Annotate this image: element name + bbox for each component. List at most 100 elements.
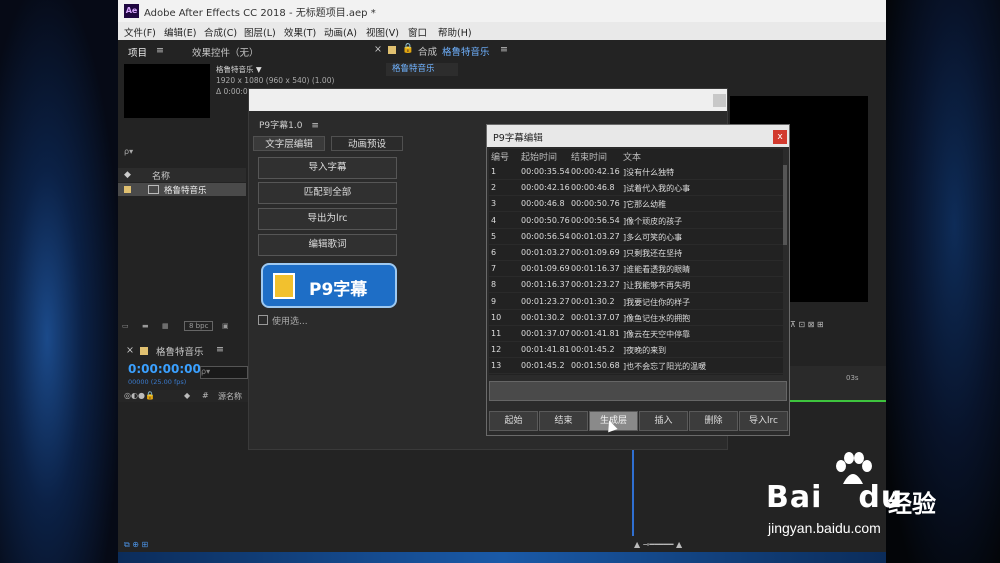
timeline-search-input[interactable]: ρ▾ bbox=[200, 366, 248, 379]
match-all-button[interactable]: 匹配到全部 bbox=[258, 182, 397, 204]
viewer-toolbar: ⊼ ⊡ ⊠ ⊞ bbox=[790, 320, 824, 329]
project-item-row[interactable]: 格鲁特音乐 bbox=[118, 183, 246, 196]
subtitle-editor-window: P9字幕编辑 x 编号 起始时间 结束时间 文本 1 00:00:35.54 00:… bbox=[486, 124, 790, 436]
export-lrc-button[interactable]: 导出为lrc bbox=[258, 208, 397, 230]
row-number: 5 bbox=[491, 231, 497, 241]
column-name[interactable]: 名称 bbox=[152, 169, 170, 182]
checkbox-box[interactable] bbox=[258, 315, 268, 325]
timeline-tab-name[interactable]: 格鲁特音乐 bbox=[156, 344, 204, 358]
subtitle-row[interactable]: 7 00:01:09.69 00:01:16.37]谁能看透我的眼睛 bbox=[489, 261, 783, 278]
render-icons[interactable]: ⧉ ⊕ ⊞ bbox=[124, 540, 148, 550]
col-end[interactable]: 结束时间 bbox=[571, 150, 607, 163]
row-number: 8 bbox=[491, 280, 497, 290]
label-color-swatch bbox=[124, 186, 131, 193]
tab-text-layer[interactable]: 文字层编辑 bbox=[253, 136, 325, 151]
new-folder-icon[interactable]: ▬ bbox=[142, 322, 149, 330]
row-end-time: 00:01:50.68 bbox=[571, 361, 620, 371]
subtitle-row[interactable]: 4 00:00:50.76 00:00:56.54]像个顽皮的孩子 bbox=[489, 213, 783, 229]
av-switches-icon[interactable]: ◎◐●🔒 bbox=[124, 391, 155, 400]
menu-animation[interactable]: 动画(A) bbox=[324, 25, 357, 39]
end-button[interactable]: 结束 bbox=[539, 411, 588, 431]
subtitle-row[interactable]: 13 00:01:45.2 00:01:50.68]也不会忘了阳光的温暖 bbox=[489, 358, 783, 375]
tab-project[interactable]: 项目 bbox=[128, 45, 147, 59]
lock-icon[interactable]: 🔒 bbox=[402, 43, 414, 54]
project-search[interactable]: ρ▾ bbox=[124, 147, 244, 161]
label-column-icon: ◆ bbox=[184, 391, 191, 400]
subtitle-row[interactable]: 8 00:01:16.37 00:01:23.27]让我能够不再失明 bbox=[489, 277, 783, 294]
comp-name[interactable]: 格鲁特音乐 ▼ bbox=[216, 65, 262, 74]
subtitle-editor-titlebar: P9字幕编辑 x bbox=[487, 125, 789, 147]
panel-menu-icon[interactable]: ≡ bbox=[311, 121, 319, 131]
column-source-name[interactable]: 源名称 bbox=[218, 391, 242, 402]
subtitle-row[interactable]: 10 00:01:30.2 00:01:37.07]像鱼记住水的拥抱 bbox=[489, 310, 783, 326]
row-end-time: 00:01:37.07 bbox=[571, 312, 620, 322]
tab-effect-controls[interactable]: 效果控件（无） bbox=[192, 45, 259, 59]
row-end-time: 00:01:30.2 bbox=[571, 296, 615, 306]
menu-view[interactable]: 视图(V) bbox=[366, 25, 399, 39]
new-comp-icon[interactable]: ▦ bbox=[162, 322, 169, 330]
import-subtitle-button[interactable]: 导入字幕 bbox=[258, 157, 397, 179]
subtitle-row[interactable]: 6 00:01:03.27 00:01:09.69]只剩我还在坚持 bbox=[489, 245, 783, 261]
subtitle-row[interactable]: 2 00:00:42.16 00:00:46.8]试着代入我的心事 bbox=[489, 180, 783, 197]
zoom-slider[interactable]: ▲ ⊸━━━━━ ▲ bbox=[634, 540, 682, 549]
comp-tab-label: 合成 bbox=[418, 47, 438, 58]
close-tab-icon[interactable]: × bbox=[374, 44, 382, 55]
menu-composition[interactable]: 合成(C) bbox=[204, 25, 237, 39]
menu-file[interactable]: 文件(F) bbox=[124, 25, 156, 39]
close-tab-icon[interactable]: × bbox=[126, 345, 134, 356]
comp-tab-name[interactable]: 格鲁特音乐 bbox=[442, 44, 490, 58]
view-options-icons[interactable]: ⊼ ⊡ ⊠ ⊞ bbox=[790, 320, 824, 329]
row-start-time: 00:01:41.81 bbox=[521, 345, 570, 355]
comp-flow-tab[interactable]: 格鲁特音乐 bbox=[386, 63, 458, 76]
row-end-time: 00:01:41.81 bbox=[571, 329, 620, 338]
scrollbar-thumb[interactable] bbox=[783, 165, 787, 245]
col-text[interactable]: 文本 bbox=[623, 150, 641, 163]
subtitle-row[interactable]: 12 00:01:41.81 00:01:45.2]夜晚的来到 bbox=[489, 342, 783, 359]
p9-logo-text: P9字幕 bbox=[309, 280, 368, 300]
row-number: 13 bbox=[491, 361, 502, 371]
row-text: ]让我能够不再失明 bbox=[623, 281, 691, 291]
use-selected-checkbox[interactable]: 使用选... bbox=[258, 314, 308, 327]
menu-effect[interactable]: 效果(T) bbox=[284, 25, 316, 39]
interpret-footage-icon[interactable]: ▭ bbox=[122, 322, 129, 330]
brand-part-1: Bai bbox=[766, 480, 823, 515]
row-start-time: 00:00:50.76 bbox=[521, 215, 570, 225]
project-columns: ◆ 名称 bbox=[118, 168, 246, 182]
row-text: ]夜晚的来到 bbox=[623, 346, 667, 356]
tab-anim-preset[interactable]: 动画预设 bbox=[331, 136, 403, 151]
menu-help[interactable]: 帮助(H) bbox=[438, 25, 472, 39]
row-start-time: 00:00:42.16 bbox=[521, 183, 570, 193]
start-button[interactable]: 起始 bbox=[489, 411, 538, 431]
subtitle-row[interactable]: 1 00:00:35.54 00:00:42.16]没有什么独特 bbox=[489, 164, 783, 180]
subtitle-row[interactable]: 5 00:00:56.54 00:01:03.27]多么可笑的心事 bbox=[489, 229, 783, 245]
panel-menu-icon[interactable]: ≡ bbox=[500, 44, 508, 55]
trash-icon[interactable]: ▣ bbox=[222, 322, 229, 330]
menu-layer[interactable]: 图层(L) bbox=[244, 25, 276, 39]
subtitle-row[interactable]: 11 00:01:37.07 00:01:41.81]像云在天空中停靠 bbox=[489, 326, 783, 342]
panel-menu-icon[interactable]: ≡ bbox=[216, 344, 224, 355]
screen: Ae Adobe After Effects CC 2018 - 无标题项目.a… bbox=[0, 0, 1000, 563]
import-lrc-button[interactable]: 导入lrc bbox=[739, 411, 788, 431]
edit-lyrics-button[interactable]: 编辑歌词 bbox=[258, 234, 397, 256]
subtitle-row[interactable]: 9 00:01:23.27 00:01:30.2]我要记住你的样子 bbox=[489, 294, 783, 310]
comp-thumbnail bbox=[124, 64, 210, 118]
subtitle-text-input[interactable] bbox=[489, 381, 787, 401]
bpc-button[interactable]: 8 bpc bbox=[184, 321, 214, 331]
menu-edit[interactable]: 编辑(E) bbox=[164, 25, 196, 39]
ae-logo-icon: Ae bbox=[124, 4, 139, 18]
insert-button[interactable]: 插入 bbox=[639, 411, 688, 431]
delete-button[interactable]: 删除 bbox=[689, 411, 738, 431]
current-timecode[interactable]: 0:00:00:00 bbox=[128, 362, 201, 376]
panel-menu-icon[interactable]: ≡ bbox=[156, 45, 164, 56]
menu-window[interactable]: 窗口 bbox=[408, 25, 427, 39]
close-icon[interactable] bbox=[713, 94, 726, 107]
row-end-time: 00:00:50.76 bbox=[571, 199, 620, 209]
menu-bar: 文件(F) 编辑(E) 合成(C) 图层(L) 效果(T) 动画(A) 视图(V… bbox=[118, 22, 886, 40]
close-icon[interactable]: x bbox=[773, 130, 787, 144]
subtitle-row[interactable]: 3 00:00:46.8 00:00:50.76]它那么幼稚 bbox=[489, 196, 783, 213]
row-text: ]谁能看透我的眼睛 bbox=[623, 265, 691, 275]
col-start[interactable]: 起始时间 bbox=[521, 150, 557, 163]
col-number[interactable]: 编号 bbox=[491, 150, 509, 163]
row-text: ]试着代入我的心事 bbox=[623, 184, 691, 194]
window-title: Adobe After Effects CC 2018 - 无标题项目.aep … bbox=[144, 8, 376, 19]
